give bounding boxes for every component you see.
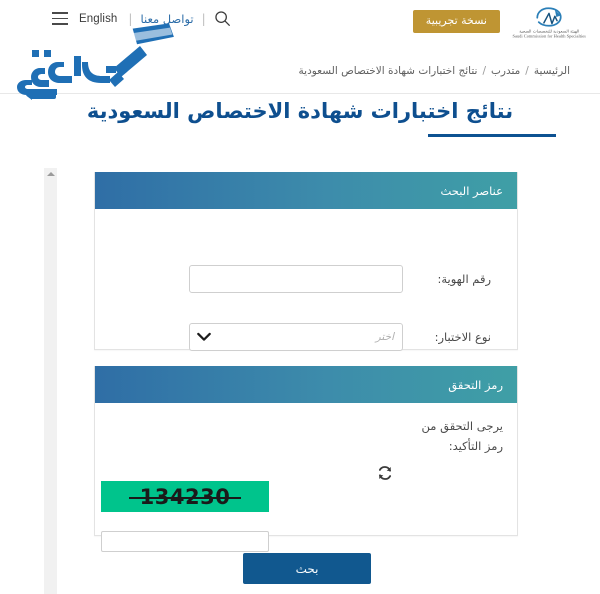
breadcrumb-item-home[interactable]: الرئيسية <box>534 65 570 77</box>
hamburger-line <box>52 12 68 14</box>
page-root: English | تواصل معنا | نسخة تجريبية الهي… <box>0 0 600 594</box>
scfhs-logo[interactable]: الهيئة السعودية للتخصصات الصحية Saudi Co… <box>510 5 588 39</box>
page-title: نتائج اختبارات شهادة الاختصاص السعودية <box>86 99 514 123</box>
search-criteria-panel: عناصر البحث رقم الهوية: نوع الاختبار: اخ… <box>94 172 518 351</box>
breadcrumb: الرئيسية / متدرب / نتائج اختبارات شهادة … <box>299 65 570 77</box>
breadcrumb-item-current: نتائج اختبارات شهادة الاختصاص السعودية <box>298 65 478 77</box>
search-icon[interactable] <box>214 10 231 27</box>
breadcrumb-item-trainee[interactable]: متدرب <box>491 65 520 77</box>
exam-type-select-wrapper: اختر <box>189 323 403 351</box>
captcha-image: 134230 <box>101 481 269 512</box>
top-bar: English | تواصل معنا | نسخة تجريبية الهي… <box>0 0 600 50</box>
id-number-row: رقم الهوية: <box>189 265 491 293</box>
search-panel-body: رقم الهوية: نوع الاختبار: اختر <box>95 209 517 351</box>
vertical-scrollbar[interactable] <box>44 168 57 594</box>
scfhs-logo-icon <box>536 7 562 27</box>
verify-panel-header: رمز التحقق <box>95 366 517 403</box>
page-title-wrapper: نتائج اختبارات شهادة الاختصاص السعودية <box>0 98 600 137</box>
id-number-input[interactable] <box>189 265 403 293</box>
search-panel-title: عناصر البحث <box>440 183 503 198</box>
top-bar-right-group: نسخة تجريبية الهيئة السعودية للتخصصات ال… <box>412 5 588 39</box>
title-underline <box>428 134 556 137</box>
verify-panel-body: يرجى التحقق من رمز التأكيد: 134230 <box>95 403 517 552</box>
topbar-separator: | <box>128 11 133 26</box>
hamburger-line <box>52 23 68 25</box>
exam-type-label: نوع الاختبار: <box>434 330 491 344</box>
verification-code-panel: رمز التحقق يرجى التحقق من رمز التأكيد: 1… <box>94 366 518 552</box>
breadcrumb-separator: / <box>482 65 487 77</box>
language-switch-link[interactable]: English <box>76 13 120 25</box>
trial-version-badge[interactable]: نسخة تجريبية <box>412 10 500 34</box>
hamburger-line <box>52 17 68 20</box>
refresh-icon[interactable] <box>376 464 394 482</box>
top-bar-left-group: English | تواصل معنا | <box>52 10 233 27</box>
topbar-separator: | <box>201 11 206 26</box>
captcha-answer-input[interactable] <box>101 531 269 552</box>
exam-type-select[interactable]: اختر <box>189 323 403 351</box>
id-number-label: رقم الهوية: <box>437 272 491 286</box>
exam-type-row: نوع الاختبار: اختر <box>189 323 491 351</box>
breadcrumb-bar: الرئيسية / متدرب / نتائج اختبارات شهادة … <box>0 50 600 94</box>
scroll-up-arrow-icon[interactable] <box>46 172 55 176</box>
breadcrumb-separator: / <box>525 65 529 77</box>
verification-instruction-label: يرجى التحقق من رمز التأكيد: <box>421 419 503 453</box>
exam-type-selected-value: اختر <box>375 331 394 343</box>
captcha-strike-line <box>129 497 241 499</box>
contact-us-link[interactable]: تواصل معنا <box>140 12 193 26</box>
scfhs-name-english: Saudi Commission for Health Specialties <box>512 33 586 39</box>
hamburger-menu-icon[interactable] <box>52 12 68 25</box>
search-submit-button[interactable]: بحث <box>243 553 371 584</box>
verify-panel-title: رمز التحقق <box>448 377 503 392</box>
search-panel-header: عناصر البحث <box>95 172 517 209</box>
